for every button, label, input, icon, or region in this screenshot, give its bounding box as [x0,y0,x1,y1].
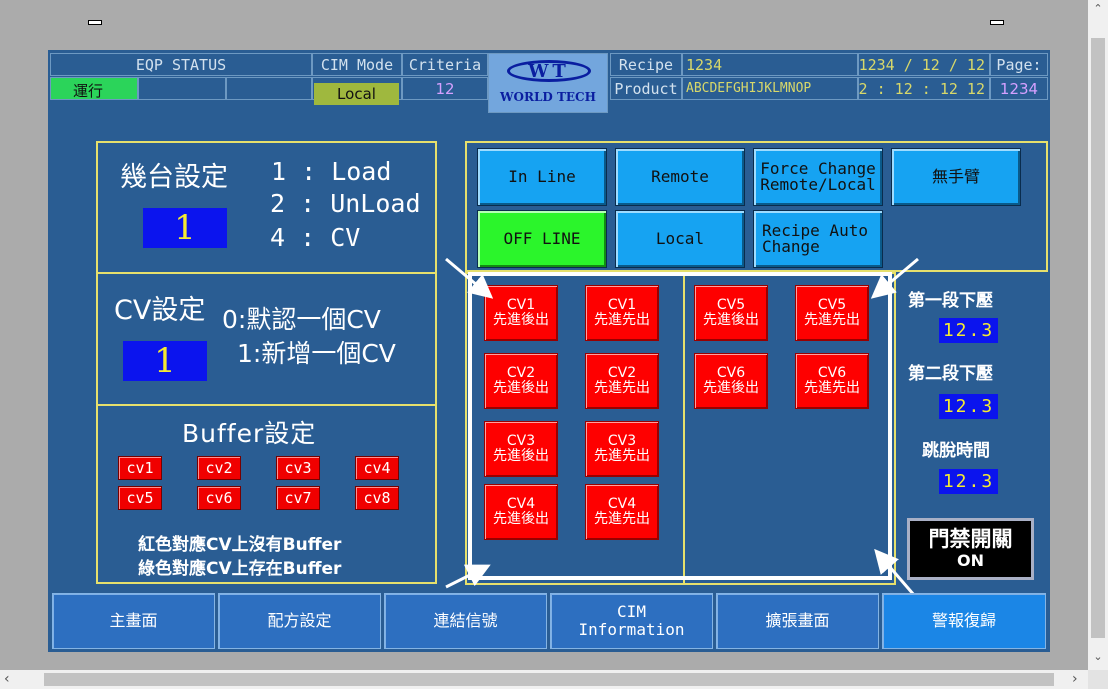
release-time-label: 跳脫時間 [922,441,990,461]
door-switch-state: ON [957,551,984,570]
scroll-up-icon[interactable]: ⌃ [1092,2,1104,16]
scrollbar-corner [1088,670,1108,689]
nav-expand-button[interactable]: 擴張畫面 [716,593,879,649]
scroll-down-icon[interactable]: ⌄ [1092,650,1104,664]
vertical-scrollbar[interactable]: ⌃ ⌄ [1088,0,1108,670]
stage1-press-label: 第一段下壓 [908,291,993,311]
stage2-press-label: 第二段下壓 [908,364,993,384]
minimize-icon-left[interactable] [88,20,102,25]
minimize-icon-right[interactable] [990,20,1004,25]
nav-recipe-button[interactable]: 配方設定 [218,593,381,649]
stage1-press-value[interactable]: 12.3 [939,318,998,343]
stage2-press-value[interactable]: 12.3 [939,394,998,419]
vertical-scrollbar-thumb[interactable] [1091,38,1105,638]
scroll-left-icon[interactable]: ‹ [4,671,16,687]
cv-selection-overlay [445,257,919,596]
nav-cim-line2: Information [578,620,685,639]
hmi-screen: EQP STATUS 運行 CIM Mode Local Criteria 12… [48,50,1050,652]
nav-cim-line1: CIM [617,602,646,621]
door-switch-button[interactable]: 門禁開關 ON [907,518,1034,580]
nav-cim-info-button[interactable]: CIM Information [550,593,713,649]
release-time-value[interactable]: 12.3 [939,469,998,494]
horizontal-scrollbar-thumb[interactable] [44,673,1054,686]
nav-main-button[interactable]: 主畫面 [52,593,215,649]
nav-link-signal-button[interactable]: 連結信號 [384,593,547,649]
horizontal-scrollbar[interactable]: ‹ › [0,670,1088,689]
nav-alarm-reset-button[interactable]: 警報復歸 [882,593,1046,649]
scroll-right-icon[interactable]: › [1072,671,1084,687]
door-switch-label: 門禁開關 [928,527,1013,551]
